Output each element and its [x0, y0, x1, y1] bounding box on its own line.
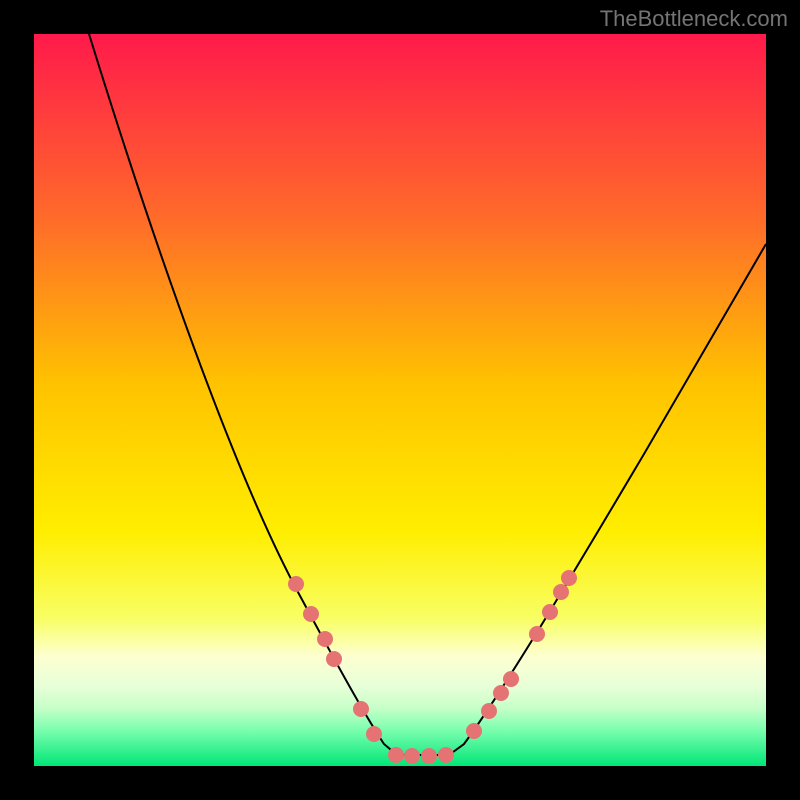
- data-marker: [421, 748, 437, 764]
- data-marker: [529, 626, 545, 642]
- data-marker: [466, 723, 482, 739]
- data-marker: [553, 584, 569, 600]
- data-marker: [493, 685, 509, 701]
- data-marker: [353, 701, 369, 717]
- data-marker: [326, 651, 342, 667]
- curve-left: [89, 34, 397, 755]
- data-marker: [481, 703, 497, 719]
- data-marker: [542, 604, 558, 620]
- curve-right: [449, 244, 766, 755]
- data-marker: [438, 747, 454, 763]
- bottleneck-curve: [34, 34, 766, 766]
- data-marker: [388, 747, 404, 763]
- plot-area: [34, 34, 766, 766]
- data-marker: [303, 606, 319, 622]
- data-markers: [288, 570, 577, 764]
- data-marker: [561, 570, 577, 586]
- watermark-text: TheBottleneck.com: [600, 6, 788, 32]
- chart-container: TheBottleneck.com: [0, 0, 800, 800]
- data-marker: [404, 748, 420, 764]
- data-marker: [288, 576, 304, 592]
- data-marker: [366, 726, 382, 742]
- data-marker: [317, 631, 333, 647]
- data-marker: [503, 671, 519, 687]
